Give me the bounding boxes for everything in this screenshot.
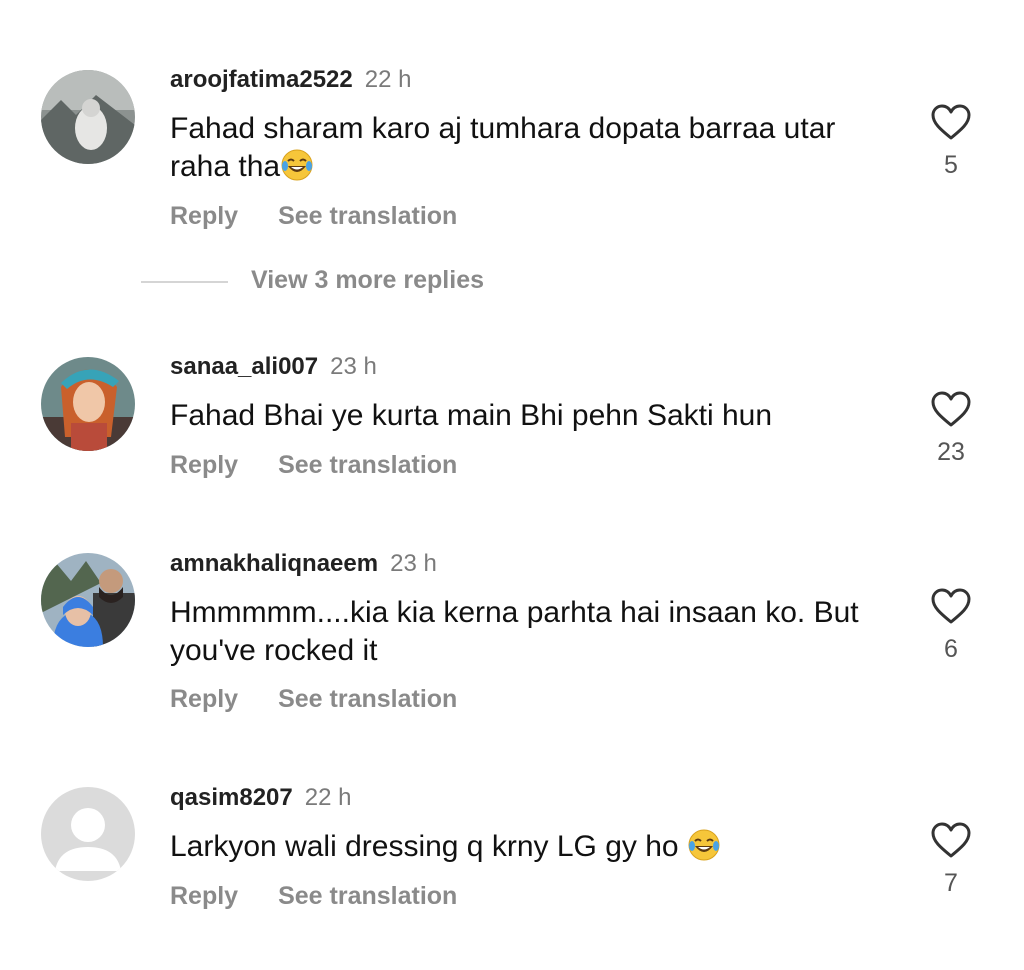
see-translation-button[interactable]: See translation [278,685,457,713]
comment-text: Fahad sharam karo aj tumhara dopata barr… [170,110,890,186]
avatar[interactable] [41,553,135,647]
timestamp: 22 h [364,66,412,93]
avatar-photo [41,357,135,451]
heart-outline-icon[interactable] [930,587,972,625]
comment-body: Hmmmmm....kia kia kerna parhta hai insaa… [170,596,859,667]
comment-meta: qasim8207 22 h [170,784,351,812]
like-control: 5 [928,103,974,180]
comment-actions: Reply See translation [170,685,457,714]
comment-text: Fahad Bhai ye kurta main Bhi pehn Sakti … [170,397,890,435]
comment-text: Larkyon wali dressing q krny LG gy ho [170,828,890,866]
avatar[interactable] [41,787,135,881]
face-with-tears-of-joy-icon [688,829,720,861]
comment-meta: sanaa_ali007 23 h [170,353,377,381]
like-control: 6 [928,587,974,664]
view-more-replies[interactable]: View 3 more replies [141,266,641,300]
view-more-replies-button[interactable]: View 3 more replies [251,266,484,295]
comment-actions: Reply See translation [170,451,457,480]
comment-body: Larkyon wali dressing q krny LG gy ho [170,830,687,863]
reply-button[interactable]: Reply [170,685,238,713]
comment-meta: amnakhaliqnaeem 23 h [170,550,437,578]
reply-button[interactable]: Reply [170,882,238,910]
comment-text: Hmmmmm....kia kia kerna parhta hai insaa… [170,594,890,670]
username[interactable]: aroojfatima2522 [170,66,353,93]
like-count: 5 [944,151,958,179]
username[interactable]: qasim8207 [170,784,293,811]
like-count: 23 [937,438,965,466]
reply-button[interactable]: Reply [170,451,238,479]
like-control: 23 [928,390,974,467]
like-count: 7 [944,869,958,897]
comment-actions: Reply See translation [170,202,457,231]
avatar-photo [41,70,135,164]
username[interactable]: sanaa_ali007 [170,353,318,380]
timestamp: 22 h [304,784,352,811]
comment-body: Fahad Bhai ye kurta main Bhi pehn Sakti … [170,399,773,432]
avatar[interactable] [41,357,135,451]
heart-outline-icon[interactable] [930,821,972,859]
comment-meta: aroojfatima2522 22 h [170,66,411,94]
see-translation-button[interactable]: See translation [278,202,457,230]
timestamp: 23 h [390,550,437,577]
avatar-photo [41,553,135,647]
avatar[interactable] [41,70,135,164]
heart-outline-icon[interactable] [930,103,972,141]
replies-divider [141,281,228,283]
comment-actions: Reply See translation [170,882,457,911]
like-count: 6 [944,635,958,663]
face-with-tears-of-joy-icon [281,149,313,181]
see-translation-button[interactable]: See translation [278,882,457,910]
username[interactable]: amnakhaliqnaeem [170,550,378,577]
timestamp: 23 h [330,353,377,380]
like-control: 7 [928,821,974,898]
heart-outline-icon[interactable] [930,390,972,428]
reply-button[interactable]: Reply [170,202,238,230]
see-translation-button[interactable]: See translation [278,451,457,479]
comment-body: Fahad sharam karo aj tumhara dopata barr… [170,112,836,183]
default-avatar-icon [41,787,135,881]
